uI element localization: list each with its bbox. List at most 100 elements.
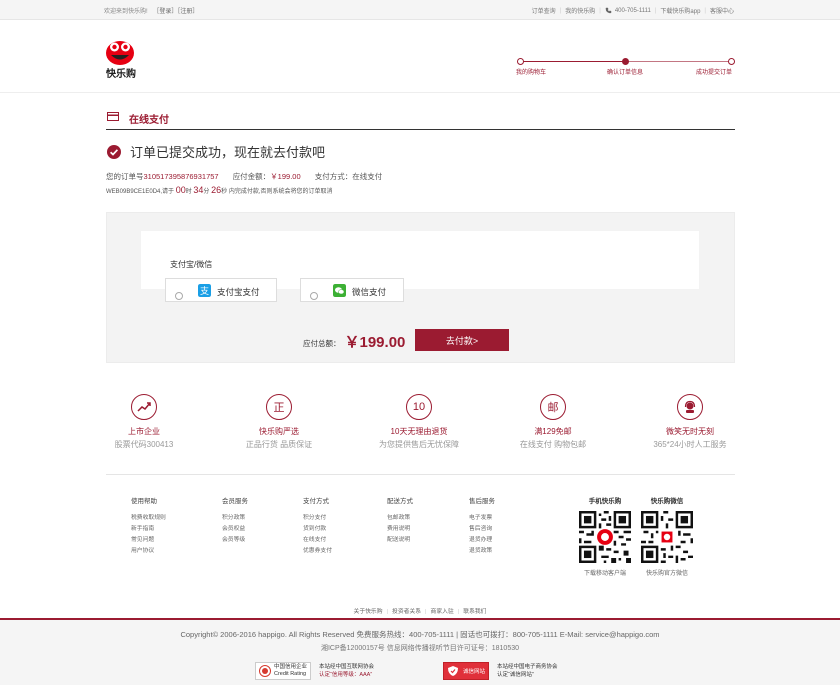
countdown-seconds: 26 — [211, 185, 222, 195]
member-column: 会员服务 积分政策 会员权益 会员等级 — [222, 495, 248, 546]
trusted-badge-box: 诚信网站 — [443, 662, 490, 680]
divider: | — [559, 7, 562, 14]
credit-badge-desc2: 认定“信用等级：AAA” — [319, 672, 373, 678]
help-column-title: 会员服务 — [222, 498, 248, 505]
delivery-column: 配送方式 包邮政策 费用说明 配送说明 — [387, 495, 413, 546]
mail-icon: 邮 — [540, 394, 566, 420]
help-link[interactable]: 退货政策 — [469, 546, 495, 557]
qr-title: 手机快乐购 — [588, 498, 622, 505]
credit-badge-desc1: 本站经中国互联网协会 — [319, 664, 375, 670]
step-dot-cart — [517, 58, 524, 65]
divider: | — [704, 7, 706, 14]
merchant-link[interactable]: 商家入驻 — [431, 609, 454, 615]
credit-badge-line1: 中国信用企业 — [274, 664, 308, 670]
investor-link[interactable]: 投资者关系 — [392, 609, 421, 615]
site-logo[interactable]: 快乐购 — [104, 36, 144, 80]
help-link[interactable]: 电子发票 — [469, 513, 495, 524]
contact-link[interactable]: 联系我们 — [463, 609, 486, 615]
after-sales-column: 售后服务 电子发票 售后咨询 退货办理 退货政策 — [469, 495, 495, 557]
card-icon — [107, 112, 119, 121]
help-link[interactable]: 会员等级 — [222, 535, 248, 546]
help-column: 使用帮助 税费收取规则 新手指南 常见问题 用户协议 — [131, 495, 166, 557]
feature-sub: 正品行货 品质保证 — [245, 440, 313, 449]
help-column-title: 配送方式 — [387, 498, 413, 505]
hotline: 400-705-1111 — [614, 7, 651, 14]
icp-text: 湘ICP备12000157号 信息网络传播视听节目许可证号：1810530 — [320, 645, 519, 652]
seconds-unit: 秒 — [221, 189, 228, 195]
credit-badge-box: 中国信用企业 Credit Rating — [255, 662, 312, 680]
order-number: 310517395876931757 — [143, 172, 219, 181]
help-link[interactable]: 退货办理 — [469, 535, 495, 546]
feature-sub: 365*24小时人工服务 — [653, 440, 727, 449]
ten-days-icon: 10 — [406, 394, 432, 420]
feature-title: 10天无理由退货 — [390, 427, 448, 436]
trusted-badge-desc1: 本站经中国电子商务协会 — [497, 664, 558, 670]
wechat-qr-code-icon[interactable] — [641, 511, 693, 563]
service-center-link[interactable]: 客服中心 — [710, 6, 734, 15]
wechat-pay-option[interactable]: 微信支付 — [300, 278, 404, 302]
trend-chart-icon — [131, 394, 157, 420]
feature-title: 上市企业 — [128, 427, 160, 436]
download-app-link[interactable]: 下载快乐购app — [660, 6, 700, 15]
about-link[interactable]: 关于快乐购 — [354, 609, 383, 615]
help-link[interactable]: 税费收取规则 — [131, 513, 166, 524]
logo-text: 快乐购 — [106, 69, 136, 80]
help-link[interactable]: 包邮政策 — [387, 513, 413, 524]
my-account-link[interactable]: 我的快乐购 — [565, 6, 595, 15]
feature-service: 微笑无时无刻 365*24小时人工服务 — [630, 394, 750, 450]
divider: | — [386, 609, 389, 615]
section-header: 在线支付 — [106, 110, 735, 130]
divider: | — [457, 609, 460, 615]
minutes-unit: 分 — [203, 189, 210, 195]
help-column-title: 使用帮助 — [131, 498, 157, 505]
alipay-label: 支付宝支付 — [217, 287, 260, 297]
feature-quality: 正 快乐购严选 正品行货 品质保证 — [224, 394, 334, 450]
register-link[interactable]: ［注册］ — [177, 9, 198, 15]
step-label-cart: 我的购物车 — [516, 70, 547, 76]
total-label: 应付总额： — [303, 338, 341, 348]
order-no-label: 您的订单号 — [106, 172, 144, 181]
check-circle-icon — [107, 144, 121, 159]
payment-method-title: 支付宝/微信 — [170, 260, 213, 269]
top-links: 订单查询 | 我的快乐购 | 400-705-1111 | 下载快乐购app |… — [532, 6, 734, 16]
help-link[interactable]: 会员权益 — [222, 524, 248, 535]
help-link[interactable]: 配送说明 — [387, 535, 413, 546]
credit-rating-badge[interactable]: 中国信用企业 Credit Rating 本站经中国互联网协会 认定“信用等级：… — [255, 661, 374, 681]
help-link[interactable]: 用户协议 — [131, 546, 166, 557]
order-query-link[interactable]: 订单查询 — [532, 6, 556, 15]
alipay-option[interactable]: 支 支付宝支付 — [165, 278, 277, 302]
alipay-radio[interactable] — [175, 292, 183, 300]
help-link[interactable]: 在线支付 — [303, 535, 332, 546]
app-qr-code-icon[interactable] — [579, 511, 631, 563]
help-link[interactable]: 费用说明 — [387, 524, 413, 535]
login-link[interactable]: ［登录］ — [153, 9, 177, 15]
amount-value: ￥199.00 — [270, 172, 301, 181]
section-title: 在线支付 — [129, 115, 169, 126]
trusted-site-badge[interactable]: 诚信网站 本站经中国电子商务协会 认定“诚信网站” — [443, 661, 558, 681]
pay-method-text: 支付方式：在线支付 — [314, 172, 383, 181]
trusted-badge-label: 诚信网站 — [463, 669, 486, 675]
help-link[interactable]: 积分支付 — [303, 513, 332, 524]
feature-title: 满129免邮 — [534, 427, 572, 436]
help-link[interactable]: 新手指南 — [131, 524, 166, 535]
divider: | — [599, 7, 601, 14]
total-area: 应付总额： ￥199.00 — [303, 331, 405, 352]
help-link[interactable]: 积分政策 — [222, 513, 248, 524]
pay-now-button[interactable]: 去付款> — [415, 329, 509, 351]
help-link[interactable]: 售后咨询 — [469, 524, 495, 535]
help-link[interactable]: 常见问题 — [131, 535, 166, 546]
step-label-confirm: 确认订单信息 — [607, 70, 644, 76]
help-link[interactable]: 货到付款 — [303, 524, 332, 535]
qr-title: 快乐购微信 — [650, 498, 684, 505]
step-dot-confirm — [622, 58, 629, 65]
go-logo-icon — [106, 41, 134, 65]
payment-deadline: WEB09B9CE1E0D4,请于 00时 34分 26秒 内完成付款,否则系统… — [106, 185, 332, 195]
help-link[interactable]: 优惠券支付 — [303, 546, 332, 557]
feature-listed: 上市企业 股票代码300413 — [89, 394, 199, 450]
wechat-radio[interactable] — [310, 292, 318, 300]
step-dot-submit — [728, 58, 735, 65]
help-column-title: 售后服务 — [469, 498, 495, 505]
alipay-icon: 支 — [198, 284, 211, 297]
site-footer: Copyright© 2006-2016 happigo. All Rights… — [0, 618, 840, 685]
credit-badge-text: 本站经中国互联网协会 认定“信用等级：AAA” — [319, 663, 374, 679]
